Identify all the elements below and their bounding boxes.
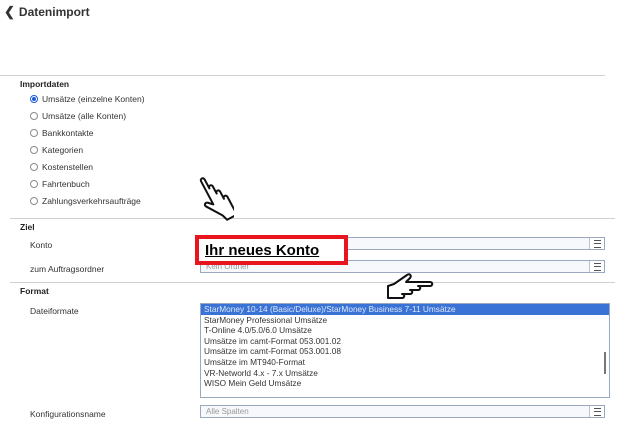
radio-label: Zahlungsverkehrsaufträge — [42, 196, 141, 206]
section-title-ziel: Ziel — [20, 222, 35, 232]
list-item[interactable]: StarMoney Professional Umsätze — [201, 315, 609, 326]
konto-label: Konto — [30, 240, 53, 250]
radio-icon — [30, 163, 38, 171]
radio-label: Kategorien — [42, 145, 84, 155]
hand-pointer-icon — [387, 273, 434, 299]
dateiformate-label: Dateiformate — [30, 306, 79, 316]
konfigurationsname-value: Alle Spalten — [206, 407, 249, 416]
list-item[interactable]: VR-Networld 4.x - 7.x Umsätze — [201, 368, 609, 379]
radio-icon — [30, 180, 38, 188]
section-title-importdaten: Importdaten — [20, 79, 70, 89]
list-scrollbar[interactable] — [604, 352, 606, 374]
radio-fahrtenbuch[interactable]: Fahrtenbuch — [30, 179, 90, 189]
konfigurationsname-menu-button[interactable] — [589, 406, 604, 417]
radio-label: Umsätze (einzelne Konten) — [42, 94, 145, 104]
konfigurationsname-label: Konfigurationsname — [30, 409, 106, 419]
list-item[interactable]: Umsätze im camt-Format 053.001.02 — [201, 336, 609, 347]
list-item[interactable]: Umsätze im MT940-Format — [201, 357, 609, 368]
section-ziel-divider — [10, 218, 615, 219]
radio-icon — [30, 112, 38, 120]
list-item[interactable]: WISO Mein Geld Umsätze — [201, 378, 609, 389]
back-button[interactable]: ❮ Datenimport — [4, 4, 90, 20]
radio-kostenstellen[interactable]: Kostenstellen — [30, 162, 93, 172]
radio-icon — [30, 197, 38, 205]
radio-kategorien[interactable]: Kategorien — [30, 145, 83, 155]
konto-menu-button[interactable] — [589, 238, 604, 249]
page-title: Datenimport — [18, 5, 90, 19]
konfigurationsname-field[interactable]: Alle Spalten — [200, 405, 605, 418]
auftragsordner-menu-button[interactable] — [589, 261, 604, 272]
section-format-divider — [10, 282, 615, 283]
menu-icon — [593, 239, 601, 248]
radio-label: Kostenstellen — [42, 162, 94, 172]
radio-selected-icon — [30, 95, 38, 103]
list-item[interactable]: Umsätze im camt-Format 053.001.08 — [201, 346, 609, 357]
auftragsordner-label: zum Auftragsordner — [30, 264, 105, 274]
radio-icon — [30, 129, 38, 137]
radio-zahlungsverkehrsauftraege[interactable]: Zahlungsverkehrsaufträge — [30, 196, 141, 206]
konto-value: Ihr neues Konto — [205, 241, 320, 259]
radio-umsaetze-alle[interactable]: Umsätze (alle Konten) — [30, 111, 126, 121]
hand-pointer-icon — [199, 177, 234, 221]
radio-label: Fahrtenbuch — [42, 179, 90, 189]
radio-label: Bankkontakte — [42, 128, 94, 138]
menu-icon — [593, 407, 601, 416]
chevron-left-icon: ❮ — [4, 4, 15, 19]
dateiformate-list[interactable]: StarMoney 10-14 (Basic/Deluxe)/StarMoney… — [200, 303, 610, 398]
radio-bankkontakte[interactable]: Bankkontakte — [30, 128, 94, 138]
konto-highlight-box: Ihr neues Konto — [195, 235, 348, 265]
radio-label: Umsätze (alle Konten) — [42, 111, 127, 121]
radio-icon — [30, 146, 38, 154]
list-item[interactable]: T-Online 4.0/5.0/6.0 Umsätze — [201, 325, 609, 336]
section-title-format: Format — [20, 286, 49, 296]
list-item[interactable]: StarMoney 10-14 (Basic/Deluxe)/StarMoney… — [201, 304, 609, 315]
radio-umsaetze-einzelne[interactable]: Umsätze (einzelne Konten) — [30, 94, 145, 104]
menu-icon — [593, 262, 601, 271]
